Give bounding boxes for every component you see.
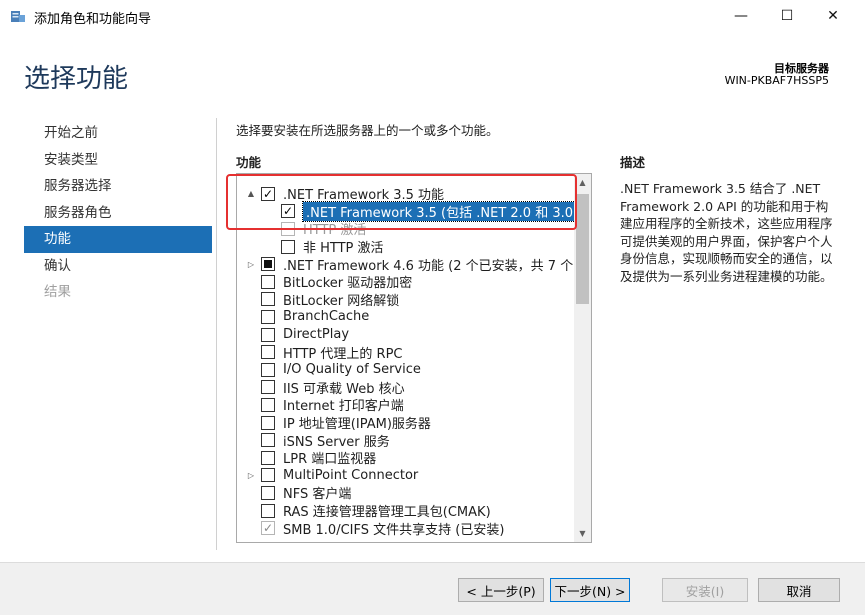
intro-text: 选择要安装在所选服务器上的一个或多个功能。: [236, 123, 499, 138]
scroll-down-arrow-icon[interactable]: ▼: [574, 525, 591, 542]
destination-server-name: WIN-PKBAF7HSSP5: [724, 74, 829, 87]
feature-row[interactable]: 非 HTTP 激活: [265, 238, 384, 256]
feature-label[interactable]: MultiPoint Connector: [283, 468, 418, 483]
feature-row[interactable]: Internet 打印客户端: [245, 396, 404, 414]
feature-row[interactable]: BranchCache: [245, 308, 369, 326]
wizard-nav: 开始之前 安装类型 服务器选择 服务器角色 功能 确认 结果: [24, 120, 212, 306]
feature-row[interactable]: iSNS Server 服务: [245, 431, 390, 450]
scroll-thumb[interactable]: [576, 194, 589, 304]
feature-checkbox[interactable]: [261, 503, 275, 518]
feature-row[interactable]: RAS 连接管理器管理工具包(CMAK): [245, 502, 491, 520]
feature-label[interactable]: SMB 1.0/CIFS 文件共享支持 (已安装): [283, 519, 504, 538]
feature-label[interactable]: 非 HTTP 激活: [303, 237, 384, 256]
feature-label[interactable]: BitLocker 网络解锁: [283, 290, 399, 309]
next-button[interactable]: 下一步(N) >: [550, 578, 630, 602]
feature-checkbox[interactable]: [261, 292, 275, 307]
feature-row[interactable]: HTTP 代理上的 RPC: [245, 343, 402, 362]
highlight-box-net35: [226, 174, 577, 230]
feature-label[interactable]: Internet 打印客户端: [283, 395, 404, 414]
features-heading: 功能: [236, 155, 262, 170]
feature-label[interactable]: HTTP 代理上的 RPC: [283, 343, 402, 362]
feature-checkbox[interactable]: [261, 380, 275, 395]
feature-row[interactable]: BitLocker 驱动器加密: [245, 273, 412, 291]
nav-item-installation-type[interactable]: 安装类型: [24, 147, 212, 174]
feature-checkbox[interactable]: [261, 274, 275, 289]
feature-checkbox[interactable]: [261, 450, 275, 465]
maximize-button[interactable]: ☐: [764, 0, 810, 32]
nav-item-before-you-begin[interactable]: 开始之前: [24, 120, 212, 147]
close-button[interactable]: ✕: [810, 0, 856, 32]
feature-label[interactable]: NFS 客户端: [283, 483, 351, 502]
feature-row[interactable]: I/O Quality of Service: [245, 361, 421, 379]
feature-row[interactable]: ▷ .NET Framework 4.6 功能 (2 个已安装，共 7 个): [245, 255, 578, 274]
description-heading: 描述: [620, 155, 646, 170]
feature-label[interactable]: iSNS Server 服务: [283, 431, 390, 450]
title-bar: 添加角色和功能向导 — ☐ ✕: [0, 0, 865, 32]
feature-row[interactable]: DirectPlay: [245, 326, 349, 344]
feature-checkbox[interactable]: [261, 415, 275, 430]
feature-checkbox: ✓: [261, 521, 275, 536]
feature-checkbox[interactable]: [261, 397, 275, 412]
feature-row[interactable]: BitLocker 网络解锁: [245, 291, 399, 309]
feature-checkbox[interactable]: [261, 345, 275, 360]
feature-row[interactable]: IP 地址管理(IPAM)服务器: [245, 414, 431, 432]
feature-checkbox[interactable]: [261, 362, 275, 377]
feature-checkbox[interactable]: [261, 468, 275, 483]
feature-label[interactable]: .NET Framework 4.6 功能 (2 个已安装，共 7 个): [283, 255, 578, 274]
feature-row[interactable]: IIS 可承载 Web 核心: [245, 379, 405, 397]
nav-item-confirmation[interactable]: 确认: [24, 253, 212, 280]
cancel-button[interactable]: 取消: [758, 578, 840, 602]
feature-label[interactable]: IIS 可承载 Web 核心: [283, 378, 405, 397]
feature-checkbox[interactable]: [281, 239, 295, 254]
feature-checkbox[interactable]: [261, 257, 275, 272]
feature-label[interactable]: IP 地址管理(IPAM)服务器: [283, 413, 431, 432]
nav-divider: [216, 118, 217, 550]
feature-row[interactable]: ✓ SMB 1.0/CIFS 文件共享支持 (已安装): [245, 519, 504, 538]
window-title: 添加角色和功能向导: [34, 12, 152, 27]
minimize-button[interactable]: —: [718, 0, 764, 32]
feature-label[interactable]: RAS 连接管理器管理工具包(CMAK): [283, 501, 491, 520]
feature-label[interactable]: LPR 端口监视器: [283, 448, 376, 467]
page-title: 选择功能: [24, 64, 129, 94]
feature-checkbox[interactable]: [261, 309, 275, 324]
nav-item-server-roles[interactable]: 服务器角色: [24, 200, 212, 227]
feature-label[interactable]: DirectPlay: [283, 327, 349, 342]
feature-checkbox[interactable]: [261, 485, 275, 500]
feature-label[interactable]: I/O Quality of Service: [283, 362, 421, 377]
feature-row[interactable]: NFS 客户端: [245, 484, 351, 502]
feature-label[interactable]: BranchCache: [283, 309, 369, 324]
expand-arrow-icon[interactable]: ▷: [245, 469, 257, 481]
feature-checkbox[interactable]: [261, 327, 275, 342]
feature-row[interactable]: LPR 端口监视器: [245, 449, 376, 467]
button-bar: < 上一步(P) 下一步(N) > 安装(I) 取消: [0, 562, 865, 615]
feature-row[interactable]: ▷ MultiPoint Connector: [245, 467, 418, 485]
previous-button[interactable]: < 上一步(P): [458, 578, 544, 602]
expand-arrow-icon[interactable]: ▷: [245, 258, 257, 270]
feature-checkbox[interactable]: [261, 433, 275, 448]
nav-item-features[interactable]: 功能: [24, 226, 212, 253]
tree-scrollbar[interactable]: ▲ ▼: [574, 174, 591, 542]
nav-item-server-selection[interactable]: 服务器选择: [24, 173, 212, 200]
description-text: .NET Framework 3.5 结合了 .NET Framework 2.…: [620, 181, 833, 284]
server-manager-icon: [11, 11, 25, 22]
feature-label[interactable]: BitLocker 驱动器加密: [283, 272, 412, 291]
nav-item-results: 结果: [44, 284, 71, 300]
install-button: 安装(I): [662, 578, 748, 602]
